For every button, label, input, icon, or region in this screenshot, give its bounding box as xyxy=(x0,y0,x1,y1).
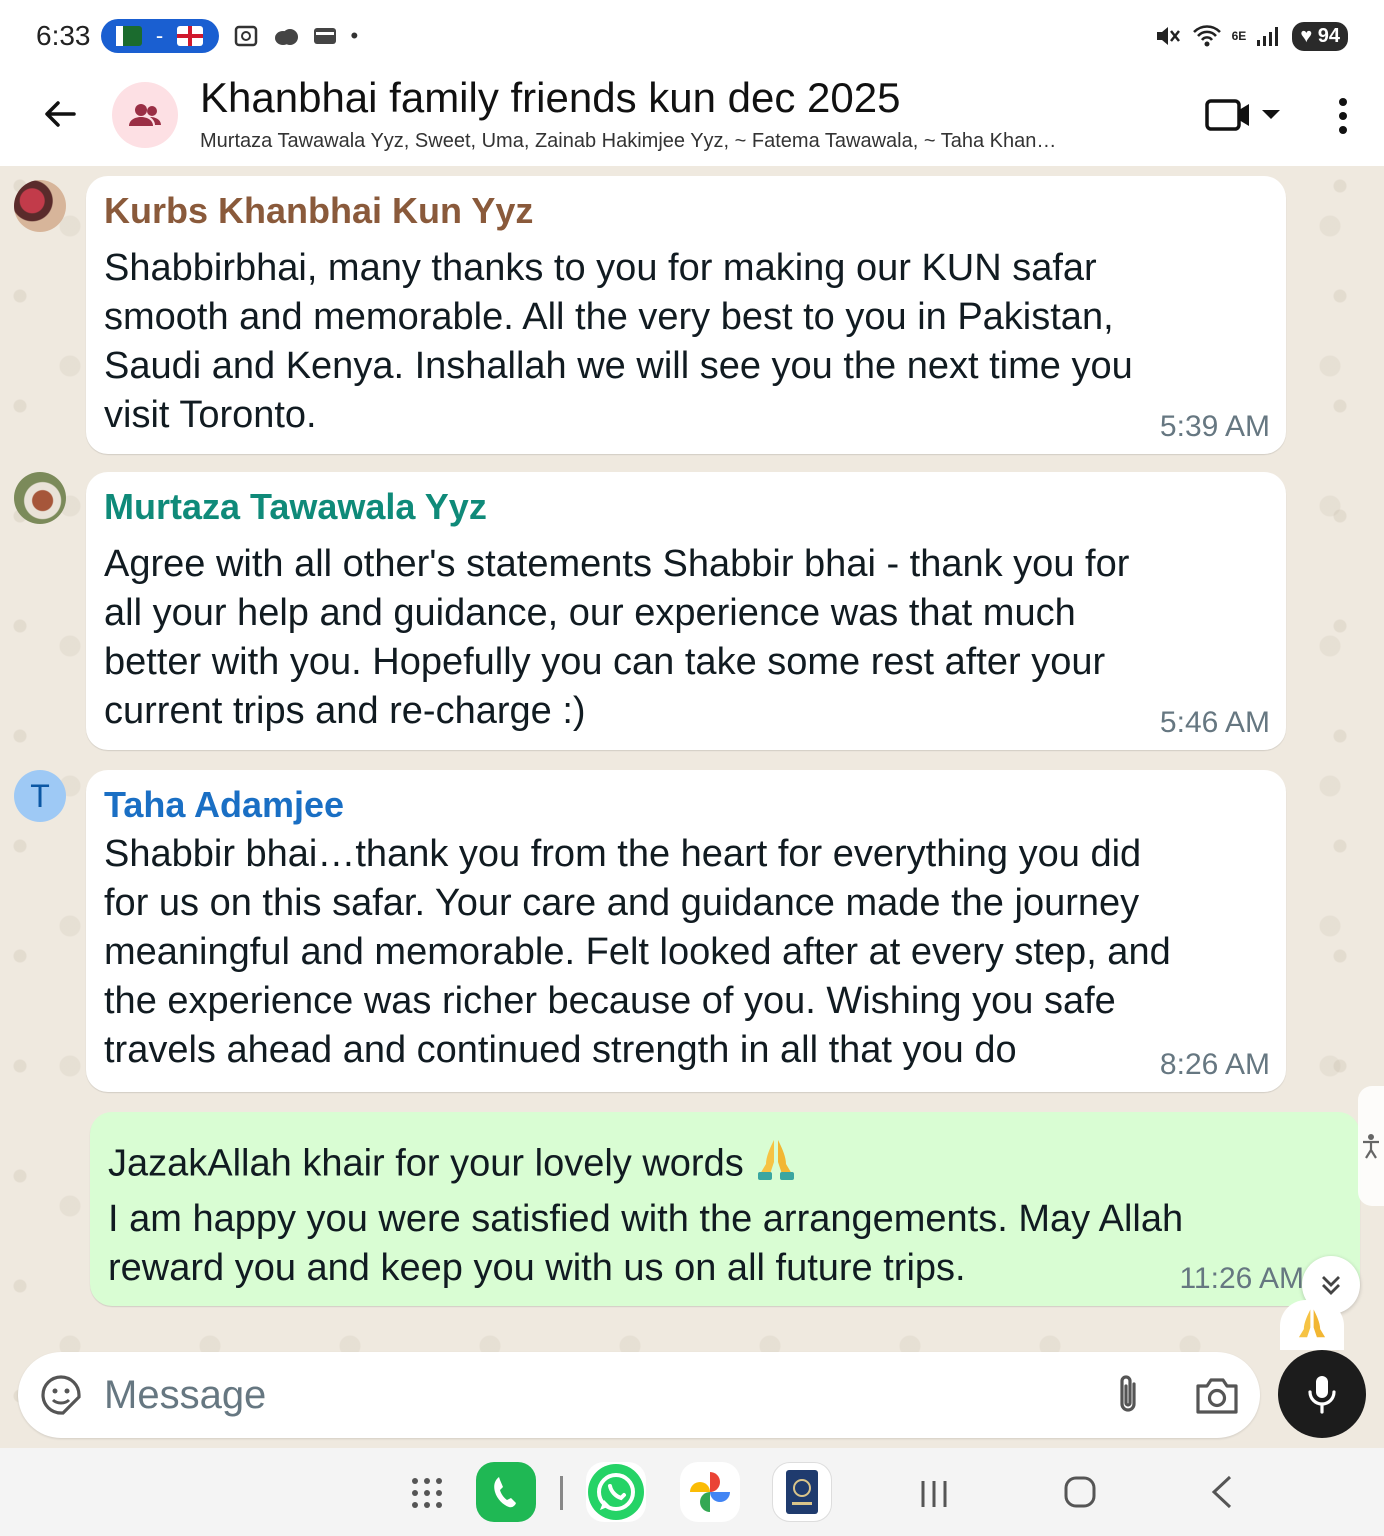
pakistan-flag-icon xyxy=(115,26,142,46)
group-members[interactable]: Murtaza Tawawala Yyz, Sweet, Uma, Zainab… xyxy=(200,130,1180,153)
accessibility-button[interactable] xyxy=(1358,1086,1384,1206)
home-icon xyxy=(1064,1476,1096,1508)
message-bubble[interactable]: Murtaza Tawawala Yyz Agree with all othe… xyxy=(86,472,1286,750)
mute-icon xyxy=(1156,27,1180,45)
attach-button[interactable] xyxy=(1108,1372,1148,1418)
passport-icon xyxy=(786,1470,818,1514)
system-nav-bar xyxy=(0,1448,1384,1536)
england-flag-icon xyxy=(177,26,204,46)
chevron-left-icon xyxy=(1211,1475,1232,1509)
recents-icon xyxy=(921,1481,947,1507)
cloud-icon xyxy=(274,29,298,45)
wallet-icon xyxy=(313,28,336,44)
camera-icon xyxy=(1196,1378,1238,1414)
nav-back-button[interactable] xyxy=(1208,1474,1236,1515)
chat-area[interactable]: Kurbs Khanbhai Kun Yyz Shabbirbhai, many… xyxy=(0,166,1384,1448)
chat-header: Khanbhai family friends kun dec 2025 Mur… xyxy=(0,72,1384,166)
network-type: 6E xyxy=(1231,29,1247,43)
whatsapp-icon xyxy=(588,1464,644,1520)
camera-button[interactable] xyxy=(1194,1374,1240,1416)
message-time: 5:46 AM xyxy=(1159,706,1270,739)
sticker-button[interactable] xyxy=(40,1374,82,1416)
accessibility-icon xyxy=(1363,1134,1379,1159)
message-text: I am happy you were satisfied with the a… xyxy=(108,1198,1184,1289)
message-reaction[interactable] xyxy=(1280,1300,1344,1350)
group-avatar[interactable] xyxy=(112,82,178,148)
message-input[interactable] xyxy=(104,1368,1064,1422)
message-time: 8:26 AM xyxy=(1159,1048,1270,1081)
sender-avatar[interactable] xyxy=(14,180,66,232)
arrow-left-icon xyxy=(45,101,76,127)
paperclip-icon xyxy=(1120,1375,1136,1412)
app-grid-icon xyxy=(412,1478,442,1508)
status-time: 6:33 xyxy=(36,20,91,51)
more-notifications-dot: • xyxy=(350,23,359,48)
home-button[interactable] xyxy=(1064,1476,1096,1513)
phone-app[interactable] xyxy=(476,1462,536,1522)
status-bar: 6:33 - • 6E ♥ 94 xyxy=(0,0,1384,72)
notification-icons: • xyxy=(233,23,359,49)
sender-name[interactable]: Taha Adamjee xyxy=(104,784,344,826)
photos-app[interactable] xyxy=(680,1462,740,1522)
message-text: Shabbir bhai…thank you from the heart fo… xyxy=(104,833,1171,1071)
app-drawer-button[interactable] xyxy=(410,1476,444,1515)
message-bubble[interactable]: Kurbs Khanbhai Kun Yyz Shabbirbhai, many… xyxy=(86,176,1286,454)
battery-level: 94 xyxy=(1317,24,1340,47)
video-call-button[interactable] xyxy=(1204,96,1286,136)
pill-separator: - xyxy=(155,23,164,48)
message-time: 5:39 AM xyxy=(1159,410,1270,443)
folded-hands-icon xyxy=(754,1136,798,1195)
sender-avatar[interactable]: T xyxy=(14,770,66,822)
whatsapp-app[interactable] xyxy=(586,1462,646,1522)
message-composer xyxy=(18,1352,1260,1438)
sender-avatar[interactable] xyxy=(14,472,66,524)
voice-message-button[interactable] xyxy=(1278,1350,1366,1438)
sender-name[interactable]: Murtaza Tawawala Yyz xyxy=(104,486,487,528)
message-text: Agree with all other's statements Shabbi… xyxy=(104,543,1130,732)
signal-icon xyxy=(1257,27,1279,46)
folded-hands-icon xyxy=(1298,1309,1326,1338)
system-indicators: 6E ♥ 94 xyxy=(1154,21,1348,51)
sticker-icon xyxy=(41,1375,81,1415)
screenshot-icon xyxy=(234,25,257,47)
pinwheel-icon xyxy=(690,1472,730,1512)
video-camera-icon xyxy=(1205,99,1280,131)
outgoing-message-bubble[interactable]: JazakAllah khair for your lovely words I… xyxy=(90,1112,1360,1306)
sender-name[interactable]: Kurbs Khanbhai Kun Yyz xyxy=(104,190,533,232)
message-text-block: JazakAllah khair for your lovely words I… xyxy=(108,1136,1348,1293)
dock-divider xyxy=(560,1476,563,1510)
language-pill: - xyxy=(100,19,219,53)
message-first-line: JazakAllah khair for your lovely words xyxy=(108,1142,744,1185)
group-icon xyxy=(129,104,161,126)
group-title[interactable]: Khanbhai family friends kun dec 2025 xyxy=(200,74,900,122)
message-bubble[interactable]: Taha Adamjee Shabbir bhai…thank you from… xyxy=(86,770,1286,1092)
battery-indicator: ♥ 94 xyxy=(1292,21,1348,51)
recents-button[interactable] xyxy=(918,1478,950,1515)
passport-app[interactable] xyxy=(772,1462,832,1522)
phone-icon xyxy=(494,1477,516,1508)
menu-button[interactable] xyxy=(1326,94,1360,138)
more-vert-icon xyxy=(1339,98,1347,134)
back-button[interactable] xyxy=(40,94,80,134)
message-text: Shabbirbhai, many thanks to you for maki… xyxy=(104,247,1133,436)
message-time: 11:26 AM xyxy=(1179,1262,1304,1295)
double-chevron-down-icon xyxy=(1322,1276,1340,1295)
wifi-icon xyxy=(1192,25,1221,47)
mic-icon xyxy=(1308,1376,1336,1414)
